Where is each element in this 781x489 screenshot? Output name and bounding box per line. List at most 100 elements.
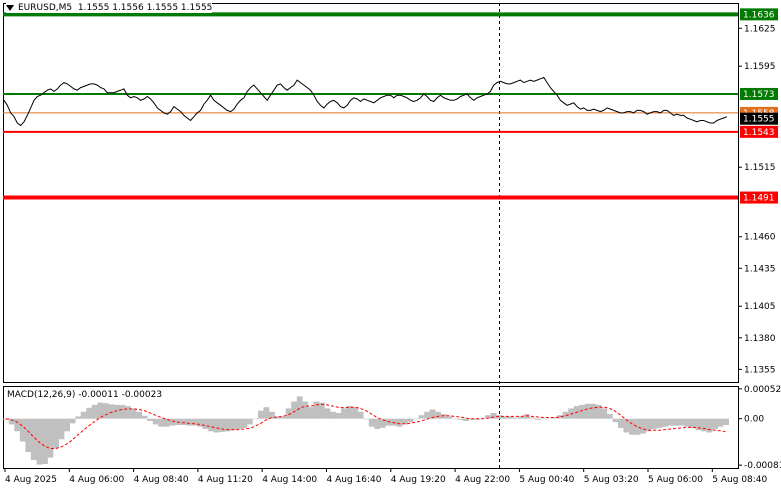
x-tick-label: 4 Aug 2025 (5, 475, 57, 485)
macd-histogram-bar (36, 418, 43, 465)
macd-histogram-bar (673, 418, 680, 426)
macd-histogram-bar (130, 408, 137, 419)
macd-histogram-bar (191, 418, 198, 426)
macd-histogram-bar (302, 401, 309, 419)
y-tick-label: 1.1460 (744, 233, 776, 243)
macd-histogram-bar (125, 406, 131, 419)
macd-histogram-bar (606, 414, 613, 419)
macd-histogram-bar (147, 418, 153, 421)
macd-histogram-bar (213, 418, 220, 433)
macd-histogram-bar (390, 418, 397, 426)
macd-histogram-bar (579, 404, 585, 419)
ohlc-values: 1.1555 1.1556 1.1555 1.1555 (77, 3, 213, 13)
macd-histogram-bar (246, 418, 253, 425)
macd-histogram-bar (108, 404, 115, 419)
macd-histogram-bar (712, 418, 718, 429)
macd-histogram-bar (346, 406, 353, 419)
caret-down-icon[interactable] (6, 4, 14, 11)
macd-histogram-bar (241, 418, 248, 428)
macd-histogram-bar (529, 417, 536, 419)
macd-histogram-bar (324, 408, 331, 419)
macd-histogram-bar (119, 404, 126, 419)
macd-histogram-bar (717, 418, 724, 427)
macd-histogram-bar (197, 418, 203, 427)
macd-title: MACD(12,26,9) -0.00011 -0.00023 (7, 390, 162, 400)
macd-histogram-bar (47, 418, 54, 458)
y-tick-label: 1.1435 (744, 264, 776, 274)
chart-canvas[interactable]: 1.1625 1.1595 1.1515 1.1460 1.1435 1.1405 1.13… (0, 0, 781, 489)
macd-histogram-bar (462, 418, 469, 421)
macd-histogram-bar (141, 415, 148, 419)
macd-histogram-bar (230, 418, 237, 431)
macd-histogram-bar (662, 418, 669, 427)
x-tick-label: 4 Aug 11:20 (198, 475, 253, 485)
macd-histogram-bar (690, 418, 696, 428)
x-tick-label: 4 Aug 14:00 (262, 475, 317, 485)
y-tick-label: 1.1515 (744, 163, 776, 173)
macd-histogram-bar (451, 418, 458, 420)
macd-histogram-bar (629, 418, 635, 435)
macd-histogram-bar (640, 418, 646, 434)
macd-histogram-bar (546, 418, 552, 420)
macd-histogram-bar (413, 418, 419, 420)
macd-histogram-bar (291, 401, 297, 419)
x-tick-label: 5 Aug 03:20 (584, 475, 639, 485)
macd-histogram-bar (69, 418, 76, 424)
macd-histogram-bar (25, 418, 32, 452)
macd-histogram-bar (512, 417, 519, 419)
macd-histogram-bar (19, 418, 26, 442)
y-tick-label: 1.1380 (744, 334, 776, 344)
macd-main-value: -0.00011 (78, 390, 119, 400)
y-tick-label: 1.1595 (744, 62, 776, 72)
current-price-label: 1.1555 (743, 115, 775, 125)
macd-histogram-bar (678, 418, 685, 426)
level-label: 1.1636 (743, 10, 775, 20)
y-tick-label: 1.1405 (744, 302, 776, 312)
macd-histogram-bar (64, 418, 70, 432)
y-tick-label: 1.1355 (744, 365, 776, 375)
macd-histogram-bar (584, 403, 591, 419)
y-tick-label: 1.1625 (744, 24, 776, 34)
macd-histogram-bar (169, 418, 176, 426)
macd-histogram-bar (14, 418, 21, 432)
macd-histogram-bar (435, 411, 441, 419)
macd-histogram-bar (330, 411, 336, 419)
price-line (3, 76, 728, 127)
x-tick-label: 4 Aug 06:00 (69, 475, 124, 485)
macd-histogram-bar (374, 418, 381, 429)
macd-histogram-bar (540, 418, 547, 420)
macd-histogram-bar (457, 418, 464, 420)
macd-histogram-bar (152, 418, 159, 425)
macd-histogram-bar (202, 418, 209, 429)
macd-histogram-bar (534, 418, 541, 420)
macd-histogram-bar (91, 404, 98, 419)
macd-histogram-bar (424, 411, 430, 419)
macd-histogram-bar (352, 407, 358, 419)
macd-histogram-bar (368, 418, 375, 427)
macd-histogram-bar (180, 418, 187, 425)
macd-histogram-bar (684, 418, 691, 427)
macd-histogram-bar (219, 418, 225, 432)
macd-histogram-bar (208, 418, 214, 432)
x-tick-label: 4 Aug 22:00 (455, 475, 510, 485)
x-tick-label: 4 Aug 19:20 (391, 475, 446, 485)
x-tick-label: 5 Aug 06:00 (648, 475, 703, 485)
macd-label: MACD(12,26,9) (7, 390, 76, 400)
macd-histogram-bar (252, 418, 259, 420)
macd-histogram-bar (136, 411, 142, 419)
macd-histogram-bar (102, 403, 109, 419)
macd-histogram-bar (86, 407, 93, 419)
macd-histogram-bar (158, 418, 165, 427)
level-label: 1.1543 (743, 128, 775, 138)
level-label: 1.1491 (743, 194, 775, 204)
macd-histogram-bar (618, 418, 624, 428)
macd-histogram-bar (418, 415, 425, 419)
macd-y-tick-label: 0.00052 (744, 385, 781, 395)
macd-histogram-bar (313, 401, 320, 419)
macd-histogram-bar (263, 407, 270, 419)
macd-histogram-bar (656, 418, 663, 428)
macd-histogram-bar (341, 408, 347, 419)
macd-histogram-bar (706, 418, 713, 433)
macd-histogram-bar (186, 418, 192, 426)
macd-histogram-bar (307, 407, 314, 419)
